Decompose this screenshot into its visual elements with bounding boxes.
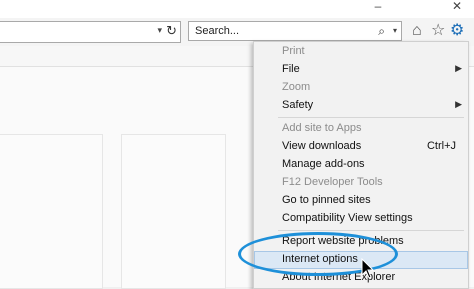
submenu-arrow-icon: ▶ <box>455 63 462 73</box>
tile <box>0 134 103 289</box>
close-button[interactable]: ✕ <box>440 0 474 15</box>
menu-item-go-to-pinned-sites[interactable]: Go to pinned sites <box>254 192 468 210</box>
menu-item-label: File <box>282 63 300 75</box>
search-icon[interactable]: ⌕ <box>378 24 385 39</box>
address-dropdown-icon[interactable]: ▾ <box>157 25 162 36</box>
home-icon[interactable]: ⌂ <box>412 22 422 40</box>
menu-item-label: Go to pinned sites <box>282 194 371 206</box>
minimize-button[interactable]: – <box>368 0 388 15</box>
menu-item-label: Safety <box>282 99 314 111</box>
menu-separator <box>278 117 464 118</box>
menu-item-label: Add site to Apps <box>282 122 362 134</box>
menu-item-label: View downloads <box>282 140 362 152</box>
menu-item-view-downloads[interactable]: View downloads Ctrl+J <box>254 138 468 156</box>
submenu-arrow-icon: ▶ <box>455 99 462 109</box>
menu-item-label: Compatibility View settings <box>282 212 413 224</box>
menu-item-add-site-to-apps: Add site to Apps <box>254 120 468 138</box>
mouse-cursor-icon <box>361 258 375 279</box>
search-placeholder: Search... <box>195 25 240 37</box>
menu-item-label: Print <box>282 45 305 57</box>
menu-item-label: Manage add-ons <box>282 158 365 170</box>
search-box[interactable]: Search... ⌕ ▾ <box>188 21 402 41</box>
favorites-star-icon[interactable]: ☆ <box>431 22 445 40</box>
tile <box>121 134 226 289</box>
menu-item-compatibility-view-settings[interactable]: Compatibility View settings <box>254 210 468 228</box>
menu-item-zoom: Zoom <box>254 79 468 97</box>
menu-item-print: Print <box>254 43 468 61</box>
title-bar: – ✕ <box>0 0 474 18</box>
refresh-icon[interactable]: ↻ <box>166 23 177 39</box>
address-bar[interactable]: ▾ ↻ <box>0 21 181 43</box>
search-dropdown-icon[interactable]: ▾ <box>393 26 397 35</box>
menu-item-manage-add-ons[interactable]: Manage add-ons <box>254 156 468 174</box>
menu-item-label: F12 Developer Tools <box>282 176 383 188</box>
menu-item-file[interactable]: File ▶ <box>254 61 468 79</box>
menu-item-safety[interactable]: Safety ▶ <box>254 97 468 115</box>
menu-item-shortcut: Ctrl+J <box>426 140 456 152</box>
menu-item-f12-developer-tools: F12 Developer Tools <box>254 174 468 192</box>
tools-gear-icon[interactable]: ⚙ <box>450 22 464 40</box>
menu-item-label: Zoom <box>282 81 311 93</box>
menu-separator <box>278 230 464 231</box>
